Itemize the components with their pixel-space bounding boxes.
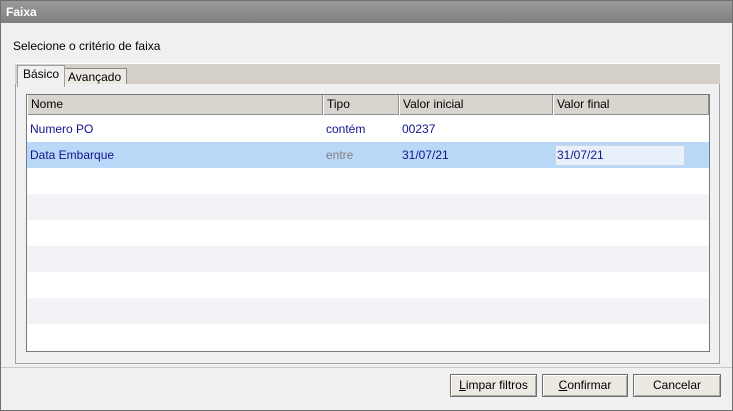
empty-row	[27, 168, 709, 194]
cell-tipo[interactable]: contém	[323, 116, 399, 142]
tab-basico[interactable]: Básico	[17, 65, 66, 87]
empty-row	[27, 298, 709, 324]
confirmar-button[interactable]: Confirmar	[542, 374, 628, 397]
cell-valor-final[interactable]	[553, 116, 709, 142]
cancelar-label: Cancelar	[652, 378, 702, 392]
criteria-grid: Nome Tipo Valor inicial Valor final Nume…	[26, 94, 710, 352]
cell-nome[interactable]: Numero PO	[27, 116, 323, 142]
cell-valor-inicial[interactable]: 31/07/21	[399, 142, 553, 168]
empty-row	[27, 194, 709, 220]
grid-body: Numero PO contém 00237 Data Embarque ent…	[27, 116, 709, 350]
column-header-valor-inicial[interactable]: Valor inicial	[399, 95, 553, 115]
tab-strip: Básico Avançado	[15, 63, 720, 87]
cell-valor-inicial[interactable]: 00237	[399, 116, 553, 142]
footer-divider	[1, 367, 732, 368]
column-header-tipo[interactable]: Tipo	[323, 95, 399, 115]
empty-row	[27, 220, 709, 246]
column-header-valor-final[interactable]: Valor final	[553, 95, 709, 115]
limpar-accelerator: L	[459, 378, 466, 392]
tab-avancado-label: Avançado	[68, 70, 122, 84]
empty-row	[27, 246, 709, 272]
cell-nome[interactable]: Data Embarque	[27, 142, 323, 168]
window-title: Faixa	[6, 5, 37, 19]
empty-row	[27, 272, 709, 298]
confirmar-label: onfirmar	[567, 378, 612, 392]
limpar-filtros-button[interactable]: Limpar filtros	[450, 374, 537, 397]
column-header-nome[interactable]: Nome	[27, 95, 323, 115]
instruction-text: Selecione o critério de faixa	[13, 39, 161, 53]
grid-header: Nome Tipo Valor inicial Valor final	[27, 95, 709, 115]
faixa-dialog: Faixa Selecione o critério de faixa Bási…	[0, 0, 733, 411]
title-bar[interactable]: Faixa	[1, 1, 732, 23]
table-row[interactable]: Numero PO contém 00237	[27, 116, 709, 142]
cell-tipo[interactable]: entre	[323, 142, 399, 168]
limpar-label: impar filtros	[465, 378, 528, 392]
valor-final-edit-field[interactable]: 31/07/21	[555, 145, 685, 166]
tab-panel-basico: Nome Tipo Valor inicial Valor final Nume…	[15, 84, 720, 364]
table-row-selected[interactable]: Data Embarque entre 31/07/21 31/07/21	[27, 142, 709, 168]
cancelar-button[interactable]: Cancelar	[633, 374, 721, 397]
empty-row	[27, 324, 709, 350]
tab-basico-label: Básico	[23, 67, 60, 81]
cell-valor-final[interactable]: 31/07/21	[553, 142, 709, 168]
